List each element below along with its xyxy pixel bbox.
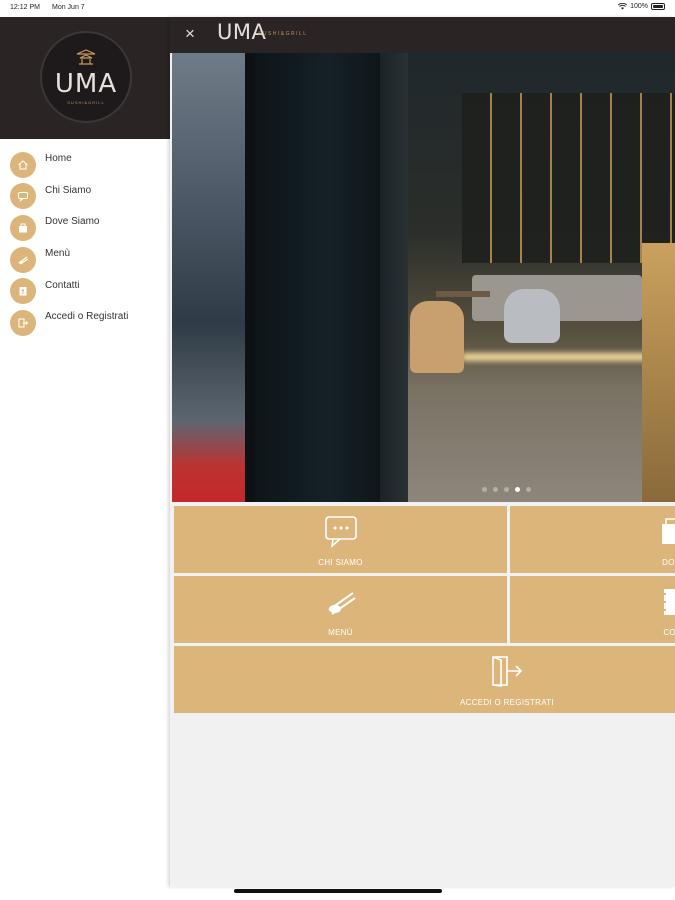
building-icon xyxy=(658,514,675,550)
tile-accedi-label: ACCEDI O REGISTRATI xyxy=(459,698,554,707)
sidebar-logo[interactable]: UMA SUSHI&GRILL xyxy=(40,31,132,123)
wifi-icon xyxy=(618,3,628,10)
sidebar-item-label: Chi Siamo xyxy=(45,184,92,196)
chopsticks-icon xyxy=(323,584,359,620)
tile-menu-label: MENÙ xyxy=(328,628,353,637)
main-content: × UMA SUSHI&GRILL CHI SIAMO DO MENÙ CO A… xyxy=(170,17,675,887)
tile-contatti[interactable]: CON xyxy=(510,576,675,643)
sidebar-item-home[interactable]: Home xyxy=(0,149,170,181)
sidebar-item-contatti[interactable]: Contatti xyxy=(0,275,170,307)
chat-icon xyxy=(323,514,359,550)
hero-street-window xyxy=(172,53,245,502)
sidebar-logo-sub: SUSHI&GRILL xyxy=(67,100,105,105)
sidebar-menu: Home Chi Siamo Dove Siamo Menù Contatti xyxy=(0,139,170,339)
tile-menu[interactable]: MENÙ xyxy=(174,576,507,643)
status-right: 100% xyxy=(618,3,665,10)
building-icon xyxy=(10,214,36,241)
sidebar-item-label: Menù xyxy=(45,248,71,260)
sidebar-item-dove-siamo[interactable]: Dove Siamo xyxy=(0,212,170,244)
pagoda-icon xyxy=(76,49,96,65)
carousel-dot-active[interactable] xyxy=(515,487,520,492)
hero-carousel[interactable] xyxy=(172,53,675,502)
main-header: × UMA SUSHI&GRILL xyxy=(170,17,675,53)
status-date: Mon Jun 7 xyxy=(52,4,85,11)
sidebar-item-label: Dove Siamo xyxy=(45,216,100,228)
home-indicator[interactable] xyxy=(234,889,442,893)
sidebar: UMA SUSHI&GRILL Home Chi Siamo Dove Siam… xyxy=(0,17,170,887)
sidebar-item-accedi[interactable]: Accedi o Registrati xyxy=(0,307,170,339)
contacts-icon xyxy=(10,278,36,305)
sidebar-item-chi-siamo[interactable]: Chi Siamo xyxy=(0,181,170,213)
tile-contatti-label: CON xyxy=(663,628,675,637)
tile-dove-siamo[interactable]: DOVE xyxy=(510,506,675,573)
tile-dove-siamo-label: DOVE xyxy=(662,558,675,567)
sidebar-header: UMA SUSHI&GRILL xyxy=(0,17,170,139)
status-time: 12:12 PM xyxy=(10,4,40,11)
chopsticks-icon xyxy=(10,246,36,273)
sidebar-item-label: Home xyxy=(45,153,72,165)
home-icon xyxy=(10,151,36,178)
carousel-dot[interactable] xyxy=(504,487,509,492)
sidebar-item-label: Accedi o Registrati xyxy=(45,311,129,323)
carousel-dot[interactable] xyxy=(526,487,531,492)
battery-percent: 100% xyxy=(630,3,648,10)
chat-icon xyxy=(10,183,36,210)
carousel-dot[interactable] xyxy=(493,487,498,492)
carousel-dot[interactable] xyxy=(482,487,487,492)
login-icon xyxy=(10,309,36,336)
login-door-icon xyxy=(489,654,525,690)
sidebar-item-label: Contatti xyxy=(45,279,80,291)
tile-chi-siamo[interactable]: CHI SIAMO xyxy=(174,506,507,573)
sidebar-item-menu[interactable]: Menù xyxy=(0,244,170,276)
status-bar: 12:12 PM Mon Jun 7 100% xyxy=(0,0,675,17)
tile-accedi[interactable]: ACCEDI O REGISTRATI xyxy=(174,646,675,713)
close-menu-button[interactable]: × xyxy=(180,24,200,44)
carousel-dots xyxy=(482,487,531,492)
contacts-icon xyxy=(660,584,675,620)
battery-icon xyxy=(651,3,665,10)
header-logo-sub: SUSHI&GRILL xyxy=(258,31,308,37)
sidebar-logo-text: UMA xyxy=(54,69,118,99)
tile-chi-siamo-label: CHI SIAMO xyxy=(318,558,363,567)
